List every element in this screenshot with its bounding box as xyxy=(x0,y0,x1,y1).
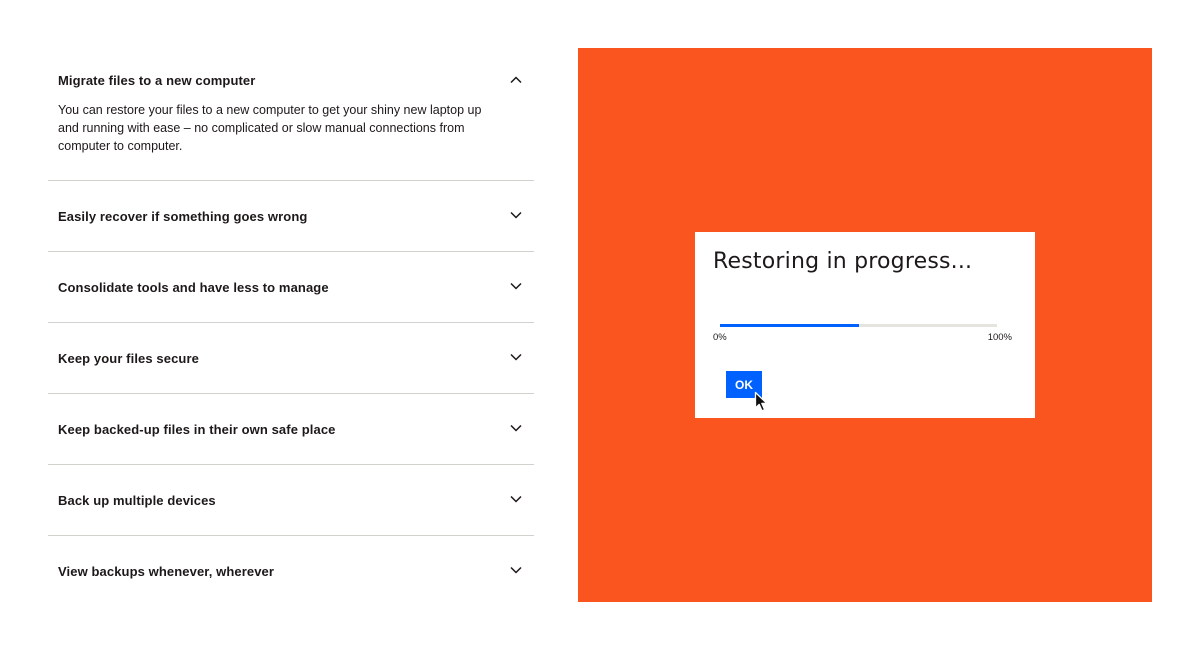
accordion-item-consolidate-tools[interactable]: Consolidate tools and have less to manag… xyxy=(48,252,534,323)
accordion-item-title[interactable]: Migrate files to a new computer xyxy=(58,73,255,88)
feature-accordion: Migrate files to a new computer You can … xyxy=(48,48,534,606)
accordion-item-title[interactable]: Keep your files secure xyxy=(58,351,199,366)
chevron-down-icon[interactable] xyxy=(508,278,524,294)
accordion-item-body: You can restore your files to a new comp… xyxy=(58,103,482,153)
accordion-item-migrate-files[interactable]: Migrate files to a new computer You can … xyxy=(48,48,534,181)
accordion-item-title[interactable]: Consolidate tools and have less to manag… xyxy=(58,280,329,295)
accordion-item-title[interactable]: Keep backed-up files in their own safe p… xyxy=(58,422,335,437)
restore-illustration-panel: Restoring in progress... 0% 100% OK xyxy=(578,48,1152,602)
accordion-item-safe-place[interactable]: Keep backed-up files in their own safe p… xyxy=(48,394,534,465)
restore-progress-dialog: Restoring in progress... 0% 100% OK xyxy=(695,232,1035,418)
progress-bar-fill xyxy=(720,324,859,327)
accordion-item-title[interactable]: Easily recover if something goes wrong xyxy=(58,209,307,224)
chevron-up-icon[interactable] xyxy=(508,72,524,88)
chevron-down-icon[interactable] xyxy=(508,420,524,436)
progress-min-label: 0% xyxy=(713,332,727,343)
chevron-down-icon[interactable] xyxy=(508,491,524,507)
accordion-item-view-backups[interactable]: View backups whenever, wherever xyxy=(48,536,534,606)
progress-max-label: 100% xyxy=(987,332,1012,343)
accordion-item-files-secure[interactable]: Keep your files secure xyxy=(48,323,534,394)
dialog-title: Restoring in progress... xyxy=(713,249,973,274)
accordion-item-title[interactable]: Back up multiple devices xyxy=(58,493,216,508)
chevron-down-icon[interactable] xyxy=(508,562,524,578)
chevron-down-icon[interactable] xyxy=(508,349,524,365)
mouse-pointer-icon xyxy=(754,391,770,413)
accordion-item-title[interactable]: View backups whenever, wherever xyxy=(58,564,274,579)
progress-bar xyxy=(720,324,997,327)
accordion-item-multiple-devices[interactable]: Back up multiple devices xyxy=(48,465,534,536)
accordion-item-recover[interactable]: Easily recover if something goes wrong xyxy=(48,181,534,252)
chevron-down-icon[interactable] xyxy=(508,207,524,223)
